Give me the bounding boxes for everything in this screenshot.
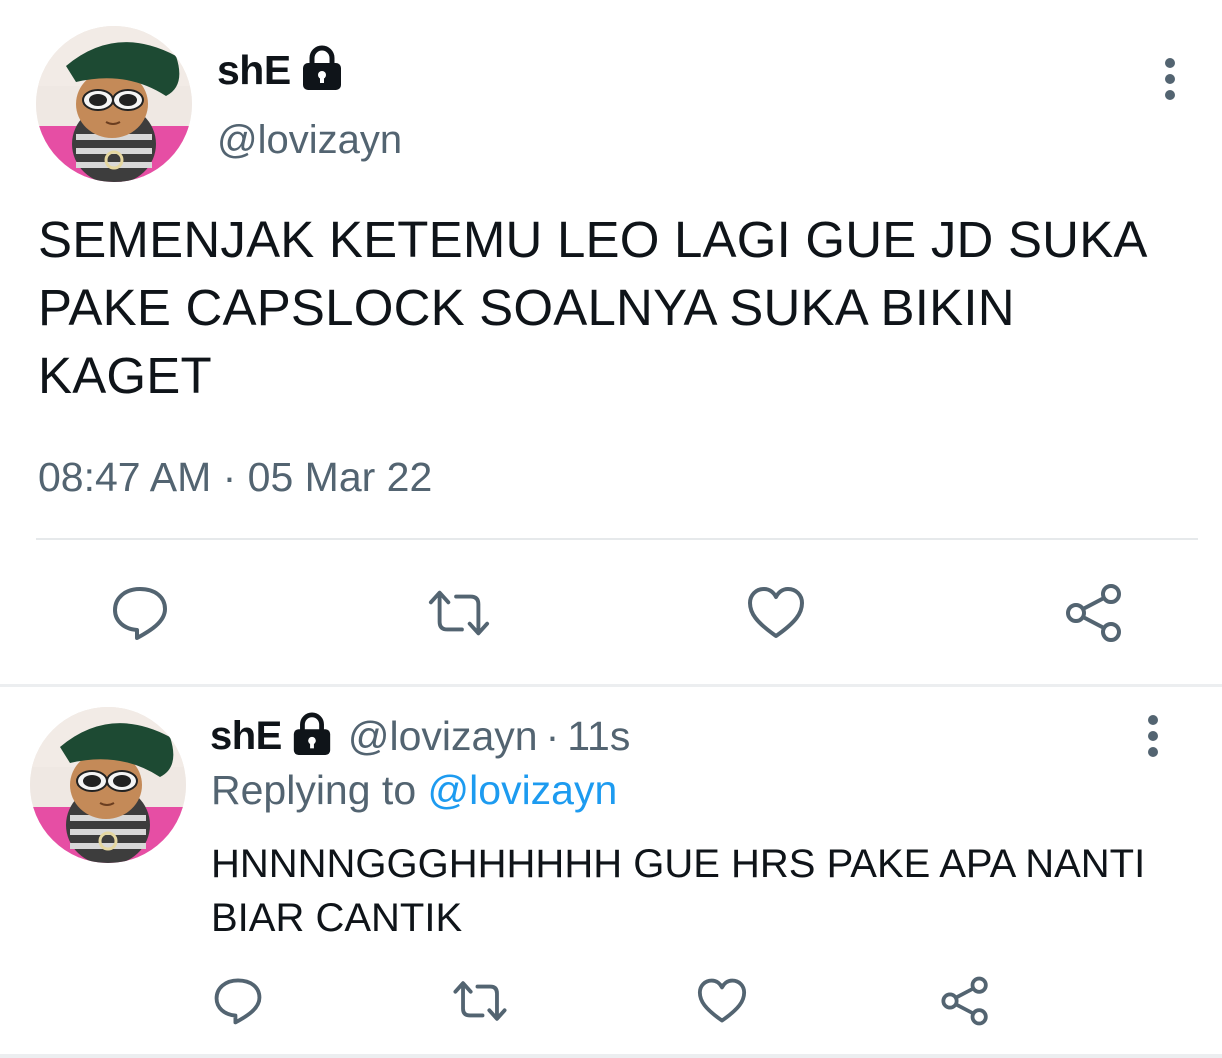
more-options-icon[interactable] <box>1143 715 1163 757</box>
like-icon <box>697 978 747 1023</box>
tweet-text: HNNNNGGGHHHHHH GUE HRS PAKE APA NANTI BI… <box>211 842 1146 940</box>
lock-icon <box>290 711 334 762</box>
like-button[interactable] <box>694 975 750 1027</box>
retweet-button[interactable] <box>452 975 508 1027</box>
separator: · <box>545 713 560 759</box>
divider <box>36 538 1198 540</box>
handle[interactable]: @lovizayn <box>217 118 402 163</box>
retweet-icon <box>453 981 507 1021</box>
tweet-timestamp[interactable]: 08:47 AM · 05 Mar 22 <box>38 454 432 501</box>
like-icon <box>748 587 804 638</box>
tweet-time-ago[interactable]: 11s <box>567 713 630 760</box>
avatar[interactable] <box>36 26 192 182</box>
reply-tweet: shE @lovizayn · 11s Replying to @lovizay… <box>0 687 1222 1058</box>
main-tweet: shE @lovizayn SEMENJAK KETEMU LEO LAGI G… <box>0 0 1222 687</box>
reply-icon <box>214 978 262 1025</box>
display-name[interactable]: shE <box>210 714 282 759</box>
author-row: shE <box>217 44 345 97</box>
reply-button[interactable] <box>108 584 172 642</box>
bottom-divider <box>0 1054 1222 1058</box>
avatar-kitten-icon <box>30 707 186 863</box>
reply-icon <box>113 587 167 640</box>
retweet-button[interactable] <box>427 584 491 642</box>
replying-to-label: Replying to <box>211 767 417 813</box>
avatar-kitten-icon <box>36 26 192 182</box>
retweet-icon <box>428 590 490 636</box>
share-button[interactable] <box>937 975 993 1027</box>
display-name[interactable]: shE <box>217 47 291 94</box>
share-icon <box>941 976 988 1026</box>
handle[interactable]: @lovizayn <box>348 713 538 760</box>
more-options-icon[interactable] <box>1160 58 1180 100</box>
reply-author-row: shE @lovizayn · 11s <box>210 711 630 762</box>
replying-to: Replying to @lovizayn <box>211 767 617 814</box>
tweet-text: SEMENJAK KETEMU LEO LAGI GUE JD SUKA PAK… <box>38 211 1145 404</box>
share-button[interactable] <box>1062 584 1126 642</box>
replying-to-mention[interactable]: @lovizayn <box>428 767 618 813</box>
avatar[interactable] <box>30 707 186 863</box>
share-icon <box>1066 584 1121 642</box>
like-button[interactable] <box>744 584 808 642</box>
lock-icon <box>299 44 345 97</box>
reply-button[interactable] <box>210 975 266 1027</box>
